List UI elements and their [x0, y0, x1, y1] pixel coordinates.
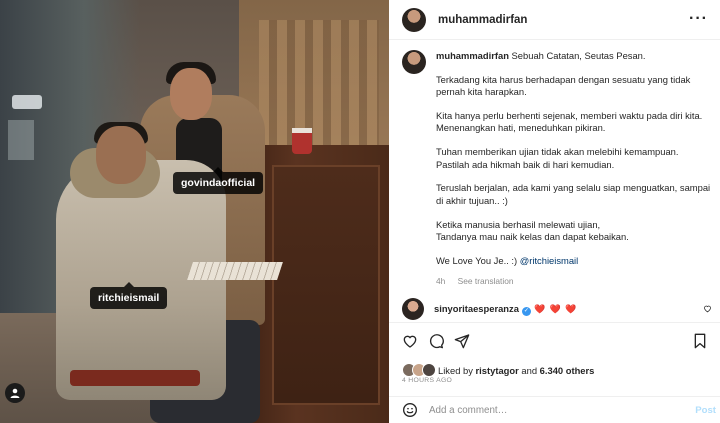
- user-tag-govindaofficial[interactable]: govindaofficial: [173, 167, 264, 194]
- share-paper-plane-icon[interactable]: [454, 333, 470, 349]
- caption-paragraph: Terkadang kita harus berhadapan dengan s…: [436, 73, 691, 98]
- likes-summary: Liked by ristytagor and 6.340 others: [402, 363, 594, 377]
- likes-count[interactable]: 6.340 others: [540, 365, 595, 376]
- add-comment-input[interactable]: Add a comment…: [429, 405, 507, 416]
- caption-username[interactable]: muhammadirfan: [436, 50, 509, 61]
- more-horizontal-icon[interactable]: ···: [689, 10, 708, 28]
- caption-title: Sebuah Catatan, Seutas Pesan.: [511, 50, 646, 61]
- caption-paragraph: Kita hanya perlu berhenti sejenak, membe…: [436, 110, 703, 134]
- comment-bubble-icon[interactable]: [428, 333, 444, 349]
- post-actions: Liked by ristytagor and 6.340 others: [389, 322, 720, 382]
- caption-paragraph: We Love You Je.. :) @ritchieismail: [436, 254, 579, 266]
- comment-avatar[interactable]: [402, 298, 424, 320]
- caption: muhammadirfan Sebuah Catatan, Seutas Pes…: [402, 50, 712, 287]
- coffee-cup: [292, 128, 312, 154]
- comment-row: sinyoritaesperanza ✓ ❤️ ❤️ ❤️: [402, 298, 712, 320]
- tagged-users-button[interactable]: [5, 383, 25, 403]
- post-timestamp[interactable]: 4 HOURS AGO: [402, 377, 452, 384]
- caption-paragraph: Ketika manusia berhasil melewati ujian, T…: [436, 218, 629, 242]
- user-icon: [10, 388, 20, 398]
- emoji-smiley-icon[interactable]: [402, 402, 418, 418]
- comment-like-heart-icon[interactable]: [703, 304, 712, 313]
- piano-keys: [187, 262, 283, 280]
- caption-paragraph: Tuhan memberikan ujian tidak akan melebi…: [436, 146, 679, 170]
- liked-by-user[interactable]: ristytagor: [476, 365, 519, 376]
- see-translation-link[interactable]: See translation: [458, 276, 514, 286]
- like-heart-icon[interactable]: [402, 333, 418, 349]
- avatar[interactable]: [402, 7, 426, 32]
- post-comment-button[interactable]: Post: [695, 405, 716, 416]
- comment-text: ❤️ ❤️ ❤️: [533, 303, 578, 314]
- comment-username[interactable]: sinyoritaesperanza: [434, 303, 519, 314]
- post-photo[interactable]: govindaofficial ritchieismail: [0, 0, 389, 423]
- liker-avatars[interactable]: [402, 363, 436, 377]
- post-header: muhammadirfan ···: [389, 0, 720, 40]
- post-time[interactable]: 4h: [436, 276, 445, 286]
- header-username[interactable]: muhammadirfan: [438, 14, 527, 26]
- verified-badge-icon: ✓: [521, 306, 531, 316]
- mention-link[interactable]: @ritchieismail: [520, 255, 578, 266]
- add-comment-bar: Add a comment… Post: [389, 396, 720, 423]
- caption-avatar[interactable]: [402, 50, 426, 74]
- post-side-panel: muhammadirfan ··· muhammadirfan Sebuah C…: [389, 0, 720, 423]
- caption-paragraph: Teruslah berjalan, ada kami yang selalu …: [436, 182, 711, 206]
- user-tag-ritchieismail[interactable]: ritchieismail: [90, 282, 168, 309]
- bookmark-icon[interactable]: [692, 333, 708, 349]
